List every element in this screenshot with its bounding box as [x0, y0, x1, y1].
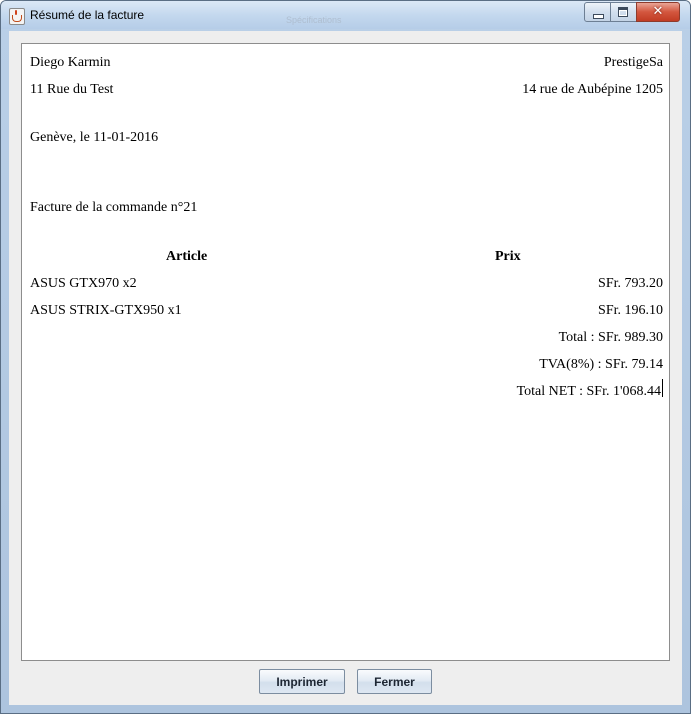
- title-bar[interactable]: Résumé de la facture Spécifications ✕: [1, 1, 690, 29]
- net-total: Total NET : SFr. 1'068.44: [516, 384, 661, 399]
- close-icon: ✕: [652, 4, 664, 19]
- subtotal: Total : SFr. 989.30: [558, 330, 663, 345]
- item-article: ASUS STRIX-GTX950 x1: [30, 303, 182, 318]
- company-address: 14 rue de Aubépine 1205: [522, 82, 663, 97]
- minimize-button[interactable]: [584, 2, 611, 22]
- close-window-button[interactable]: ✕: [636, 2, 680, 22]
- company-name: PrestigeSa: [603, 55, 663, 70]
- invoice-date: Genève, le 11-01-2016: [30, 130, 159, 145]
- close-button[interactable]: Fermer: [357, 669, 432, 694]
- background-window-title: Spécifications: [286, 15, 342, 25]
- maximize-button[interactable]: [610, 2, 637, 22]
- column-header-price: Prix: [495, 249, 521, 264]
- item-price: SFr. 196.10: [598, 303, 663, 318]
- text-caret: [662, 379, 663, 397]
- client-name: Diego Karmin: [30, 55, 111, 70]
- print-button[interactable]: Imprimer: [259, 669, 345, 694]
- item-price: SFr. 793.20: [598, 276, 663, 291]
- vat-amount: TVA(8%) : SFr. 79.14: [539, 357, 663, 372]
- column-header-article: Article: [166, 249, 208, 264]
- order-reference: Facture de la commande n°21: [30, 200, 198, 215]
- item-article: ASUS GTX970 x2: [30, 276, 137, 291]
- client-address: 11 Rue du Test: [30, 82, 114, 97]
- maximize-icon: [611, 3, 636, 21]
- java-app-icon: [9, 8, 25, 25]
- invoice-document[interactable]: Diego Karmin 11 Rue du Test PrestigeSa 1…: [21, 43, 670, 661]
- invoice-summary-window: Résumé de la facture Spécifications ✕ Di…: [0, 0, 691, 714]
- window-title: Résumé de la facture: [30, 8, 145, 22]
- minimize-icon: [585, 3, 610, 21]
- content-panel: Diego Karmin 11 Rue du Test PrestigeSa 1…: [9, 31, 682, 705]
